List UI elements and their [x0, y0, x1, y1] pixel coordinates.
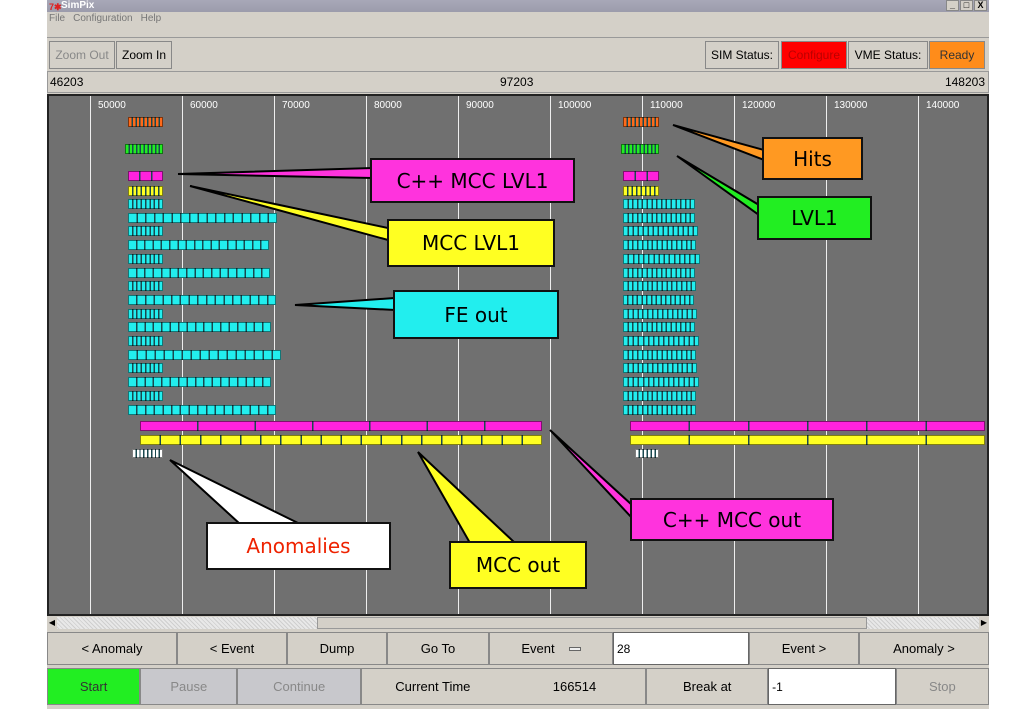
callout-hits: Hits — [762, 137, 863, 180]
callout-pointer — [177, 166, 373, 180]
callout-lvl1: LVL1 — [757, 196, 872, 240]
callout-pointer — [189, 185, 389, 242]
callout-pointer — [672, 124, 765, 162]
callout-cpp-mcc-lvl1: C++ MCC LVL1 — [370, 158, 575, 203]
callout-pointer — [549, 429, 633, 521]
callout-anomalies: Anomalies — [206, 522, 391, 570]
callout-fe-out: FE out — [393, 290, 559, 339]
callout-mcc-lvl1: MCC LVL1 — [387, 219, 555, 267]
callout-mcc-out: MCC out — [449, 541, 587, 589]
callout-pointer — [294, 296, 396, 312]
callout-pointer — [417, 451, 518, 544]
callout-pointers — [169, 124, 765, 544]
callout-cpp-mcc-out: C++ MCC out — [630, 498, 834, 541]
callout-pointer — [169, 459, 301, 525]
callout-pointer — [676, 155, 760, 217]
